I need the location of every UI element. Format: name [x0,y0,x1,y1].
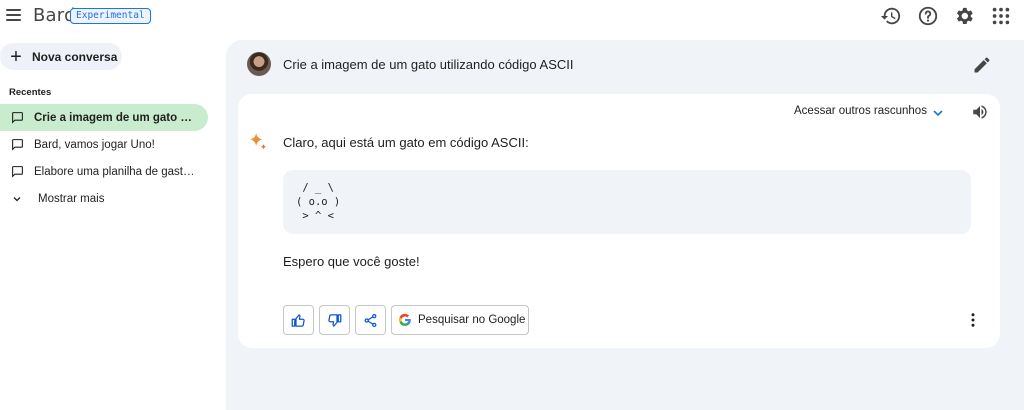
sidebar-item-label: Elabore uma planilha de gastos mensais [34,165,198,178]
sidebar-item-label: Bard, vamos jogar Uno! [34,138,155,151]
response-intro: Claro, aqui está um gato em código ASCII… [283,135,529,150]
share-button[interactable] [355,305,386,335]
sidebar-item-spreadsheet[interactable]: Elabore uma planilha de gastos mensais [0,158,208,185]
bard-sparkle-icon [247,131,269,153]
google-search-label: Pesquisar no Google [418,314,526,326]
history-icon[interactable] [880,5,902,27]
view-drafts-button[interactable]: Acessar outros rascunhos [794,105,927,117]
ascii-line: / _ \ [296,182,334,194]
thumbs-down-button[interactable] [319,305,350,335]
conversation-area: Crie a imagem de um gato utilizando códi… [226,40,1024,410]
thumbs-up-icon [291,313,305,327]
ascii-code-block: / _ \ ( o.o ) > ^ < [283,170,971,234]
user-avatar [247,52,271,76]
chat-bubble-icon [0,138,34,151]
new-chat-label: Nova conversa [32,49,118,64]
chevron-down-icon [0,193,34,205]
ascii-line: > ^ < [296,210,334,222]
google-g-icon [398,313,411,326]
response-outro: Espero que você goste! [283,254,420,269]
experimental-badge: Experimental [70,8,151,24]
new-chat-button[interactable]: + Nova conversa [0,43,122,70]
top-bar: Bard Experimental [0,0,1024,34]
sidebar-item-ascii-cat[interactable]: Crie a imagem de um gato utilizando códi… [0,104,208,131]
help-icon[interactable] [917,5,939,27]
chat-bubble-icon [0,111,34,124]
edit-pencil-icon[interactable] [972,55,992,75]
apps-grid-icon[interactable] [990,5,1012,27]
sidebar-item-label: Crie a imagem de um gato utilizando códi… [34,111,198,124]
user-query: Crie a imagem de um gato utilizando códi… [283,57,574,72]
recent-section-title: Recentes [9,87,52,98]
more-options-icon[interactable] [964,310,982,330]
settings-icon[interactable] [953,5,975,27]
plus-icon: + [10,45,22,68]
speaker-icon[interactable] [971,103,989,121]
google-search-button[interactable]: Pesquisar no Google [391,305,529,335]
thumbs-down-icon [328,313,342,327]
sidebar-item-uno[interactable]: Bard, vamos jogar Uno! [0,131,208,158]
ascii-line: ( o.o ) [296,196,341,208]
thumbs-up-button[interactable] [283,305,314,335]
menu-icon[interactable] [4,5,22,23]
chevron-down-icon[interactable] [930,105,946,121]
chat-bubble-icon [0,165,34,178]
show-more-label: Mostrar mais [38,192,105,205]
response-card: Acessar outros rascunhos Claro, aqui est… [238,94,1000,348]
share-icon [364,313,377,327]
show-more-button[interactable]: Mostrar mais [0,185,208,212]
